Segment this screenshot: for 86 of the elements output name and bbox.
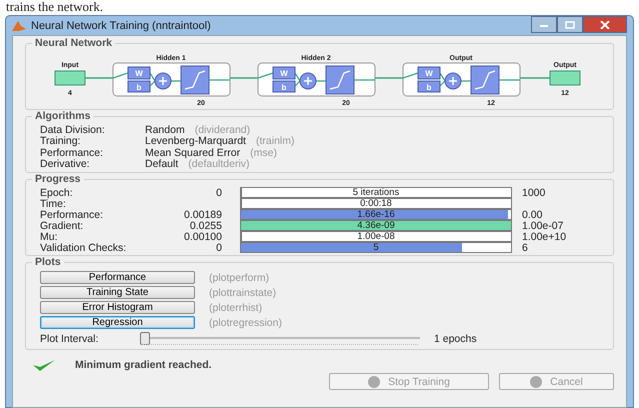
transfer-function-icon xyxy=(326,66,354,94)
bar-value: 1.66e-16 xyxy=(357,209,395,220)
start-value: 0.00189 xyxy=(184,208,222,220)
connection-line xyxy=(230,77,258,79)
weight-label: W xyxy=(135,69,143,78)
maximize-icon xyxy=(565,20,575,28)
stop-icon xyxy=(368,376,380,388)
connection-line xyxy=(85,77,113,79)
minimize-button[interactable] xyxy=(531,16,557,33)
sum-icon xyxy=(444,72,462,90)
weight-block xyxy=(272,66,296,80)
bias-label: b xyxy=(282,83,286,92)
start-value: 0.0255 xyxy=(190,220,222,232)
checkmark-icon xyxy=(31,358,57,372)
algorithm-label: Derivative: xyxy=(40,158,91,170)
output-block xyxy=(550,70,580,86)
function-name: (ploterrhist) xyxy=(209,302,262,314)
bias-label: b xyxy=(136,83,142,92)
sum-icon xyxy=(300,72,316,90)
transfer-function-icon xyxy=(470,66,500,94)
progress-label: Epoch: xyxy=(40,186,74,198)
start-value: 0 xyxy=(216,186,222,198)
bias-label: b xyxy=(426,83,432,92)
algorithm-label: Performance: xyxy=(40,146,104,159)
peak-logo-icon xyxy=(12,20,26,32)
algorithm-value: Mean Squared Error xyxy=(145,146,240,159)
bar-value: 4.36e-09 xyxy=(357,220,395,231)
window-title: Neural Network Training (nntraintool) xyxy=(31,20,211,32)
cancel-icon xyxy=(530,376,542,388)
maximize-button[interactable] xyxy=(557,16,583,33)
connection-line xyxy=(520,77,550,79)
sum-icon xyxy=(154,72,172,90)
progress-label: Validation Checks: xyxy=(40,242,128,254)
target-value: 1.00e+10 xyxy=(522,230,566,242)
plot-button[interactable]: Performance xyxy=(40,270,195,284)
connection-line xyxy=(375,77,403,79)
function-name: (defaultderiv) xyxy=(188,158,250,170)
slider-thumb[interactable] xyxy=(140,332,150,344)
close-button[interactable] xyxy=(583,16,627,33)
close-icon xyxy=(600,20,610,28)
progress-label: Time: xyxy=(40,198,66,210)
function-name: (mse) xyxy=(250,146,277,159)
caption-text: trains the network. xyxy=(5,0,104,14)
bar-value: 1.00e-08 xyxy=(357,231,395,242)
target-value: 0.00 xyxy=(522,208,542,220)
weight-label: W xyxy=(425,69,433,78)
plot-button[interactable]: Regression xyxy=(40,316,195,330)
progress-label: Mu: xyxy=(40,230,59,242)
bias-block xyxy=(418,80,440,92)
function-name: (plotregression) xyxy=(209,316,282,328)
interval-label: Plot Interval: xyxy=(40,332,100,344)
weight-label: W xyxy=(280,69,288,78)
algorithm-label: Training: xyxy=(40,135,82,148)
bar-value: 0:00:18 xyxy=(360,198,392,209)
weight-block xyxy=(128,66,150,80)
function-name: (trainlm) xyxy=(256,135,294,148)
function-name: (plotperform) xyxy=(209,272,270,284)
function-name: (dividerand) xyxy=(194,124,250,136)
plot-button[interactable]: Error Histogram xyxy=(40,300,195,314)
algorithm-value: Default xyxy=(145,158,178,170)
status-message: Minimum gradient reached. xyxy=(75,358,212,370)
bar-value: 5 iterations xyxy=(352,187,400,198)
algorithm-value: Levenberg-Marquardt xyxy=(145,135,246,148)
input-block xyxy=(54,70,86,86)
bias-block xyxy=(128,80,150,92)
function-name: (plottrainstate) xyxy=(209,286,276,298)
target-value: 1.00e-07 xyxy=(522,220,564,232)
group-title: Algorithms xyxy=(32,110,94,122)
target-value: 6 xyxy=(522,242,528,254)
bias-block xyxy=(272,80,296,92)
transfer-function-icon xyxy=(180,66,210,94)
progress-label: Performance: xyxy=(40,208,104,220)
group-title: Progress xyxy=(32,173,84,185)
plot-button[interactable]: Training State xyxy=(40,286,195,300)
start-value: 0.00100 xyxy=(184,230,222,242)
bar-value: 5 xyxy=(373,242,379,253)
plot-interval-slider[interactable] xyxy=(140,332,420,346)
group-title: Neural Network xyxy=(32,37,116,49)
group-title: Plots xyxy=(32,256,64,268)
algorithm-value: Random xyxy=(145,124,185,136)
start-value: 0 xyxy=(216,242,222,254)
algorithm-label: Data Division: xyxy=(40,124,106,136)
weight-block xyxy=(418,66,440,80)
interval-reading: 1 epochs xyxy=(434,332,477,344)
target-value: 1000 xyxy=(522,186,546,198)
progress-label: Gradient: xyxy=(40,220,84,232)
